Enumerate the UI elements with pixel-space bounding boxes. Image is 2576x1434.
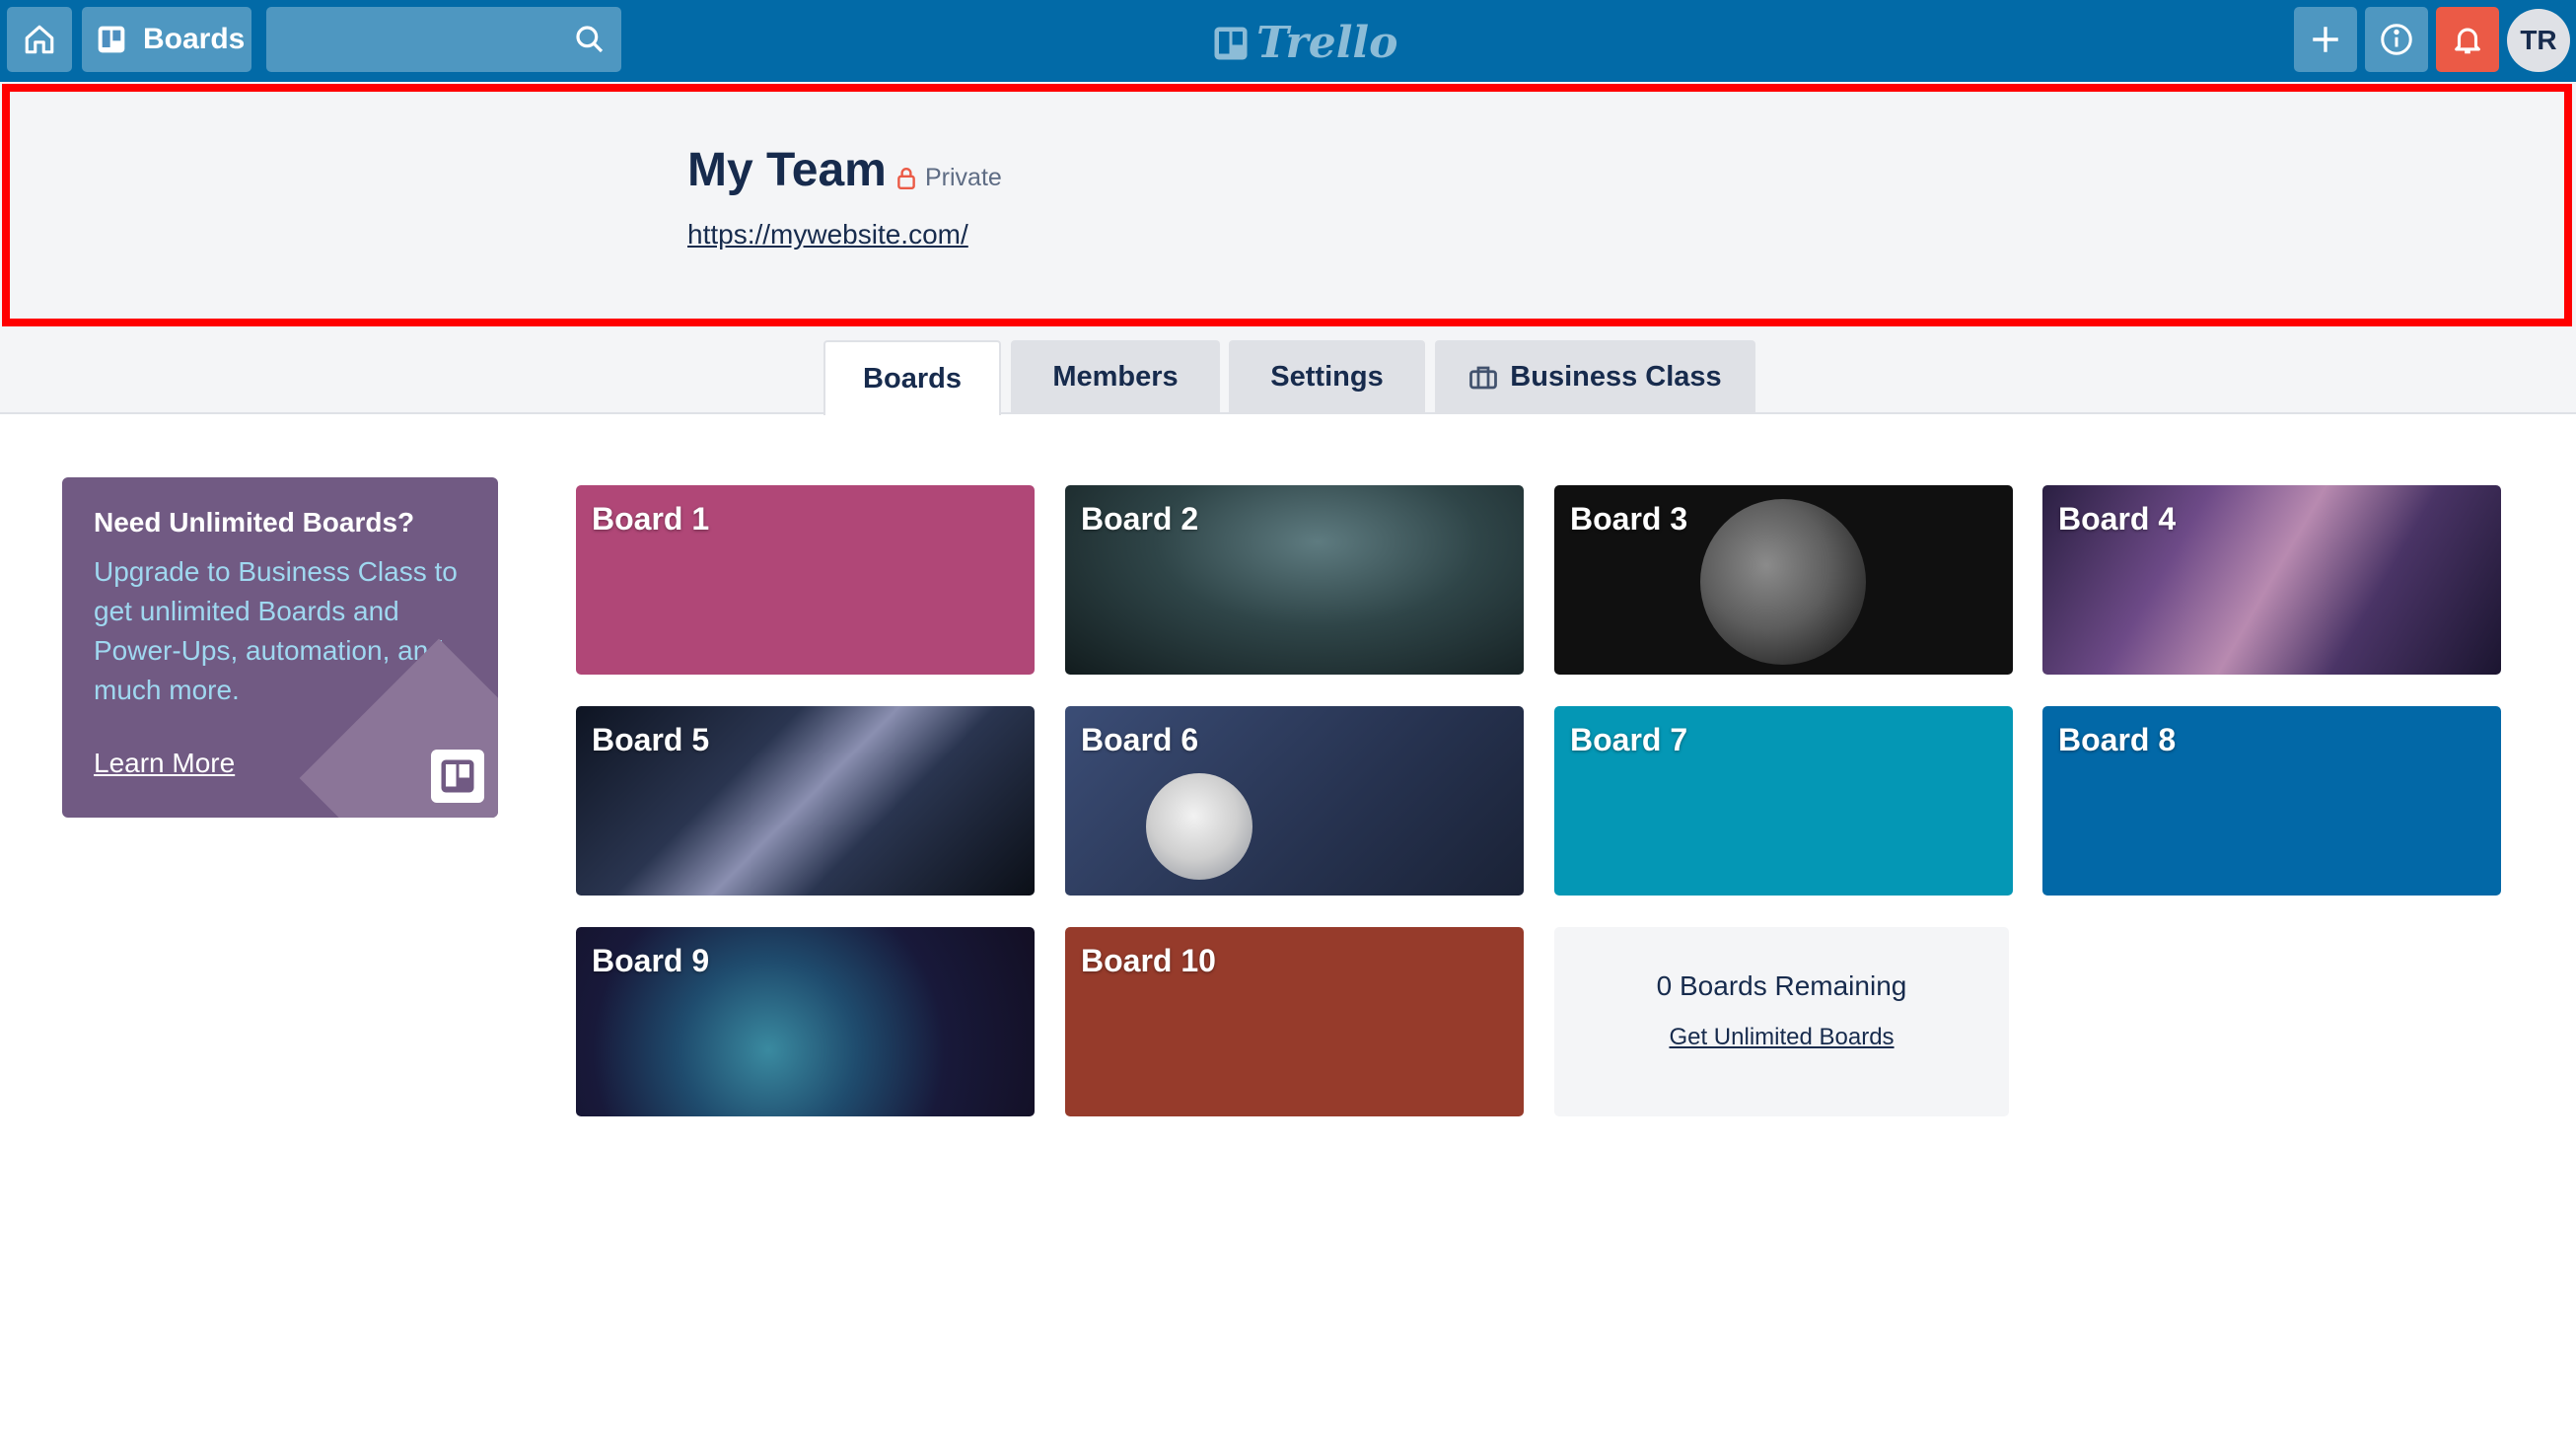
board-title: Board 3 bbox=[1570, 501, 1688, 537]
lock-icon bbox=[897, 167, 915, 189]
boards-remaining-count: 0 Boards Remaining bbox=[1656, 970, 1907, 1001]
info-button[interactable] bbox=[2365, 7, 2428, 72]
board-tile[interactable]: Board 4 bbox=[2042, 485, 2501, 675]
board-icon bbox=[98, 26, 125, 53]
get-unlimited-boards-link[interactable]: Get Unlimited Boards bbox=[1669, 1024, 1894, 1051]
tab-boards[interactable]: Boards bbox=[823, 340, 1001, 415]
trello-logo-text: Trello bbox=[1256, 18, 1398, 68]
info-icon bbox=[2381, 24, 2412, 55]
board-tile[interactable]: Board 7 bbox=[1554, 706, 2013, 896]
trello-logo-icon bbox=[1214, 27, 1248, 59]
learn-more-link[interactable]: Learn More bbox=[94, 748, 235, 779]
board-tile[interactable]: Board 3 bbox=[1554, 485, 2013, 675]
tab-business-class-label: Business Class bbox=[1510, 361, 1722, 393]
tab-settings[interactable]: Settings bbox=[1229, 340, 1425, 414]
create-button[interactable] bbox=[2294, 7, 2357, 72]
privacy-badge[interactable]: Private bbox=[895, 164, 1002, 192]
board-title: Board 2 bbox=[1081, 501, 1199, 537]
highlight-box bbox=[2, 84, 2572, 326]
board-title: Board 10 bbox=[1081, 943, 1216, 978]
board-title: Board 7 bbox=[1570, 722, 1688, 757]
team-name: My Team bbox=[687, 144, 887, 196]
board-tile[interactable]: Board 6 bbox=[1065, 706, 1524, 896]
board-title: Board 1 bbox=[592, 501, 710, 537]
avatar[interactable]: TR bbox=[2507, 9, 2570, 72]
board-title: Board 4 bbox=[2058, 501, 2177, 537]
upgrade-promo-card: Need Unlimited Boards? Upgrade to Busine… bbox=[62, 477, 498, 818]
boards-remaining-card: 0 Boards Remaining Get Unlimited Boards bbox=[1554, 927, 2009, 1116]
privacy-label: Private bbox=[925, 164, 1002, 191]
promo-title: Need Unlimited Boards? bbox=[94, 507, 415, 538]
board-title: Board 5 bbox=[592, 722, 710, 757]
search-icon bbox=[576, 26, 604, 53]
search-input[interactable] bbox=[266, 7, 621, 72]
top-navigation-bar: Boards Trello TR bbox=[0, 0, 2576, 82]
tab-boards-label: Boards bbox=[863, 362, 962, 394]
tab-members-label: Members bbox=[1052, 361, 1179, 393]
tab-members[interactable]: Members bbox=[1011, 340, 1220, 414]
moon-image bbox=[1700, 499, 1866, 665]
board-tile[interactable]: Board 2 bbox=[1065, 485, 1524, 675]
board-title: Board 6 bbox=[1081, 722, 1199, 757]
board-title: Board 9 bbox=[592, 943, 710, 978]
board-tile[interactable]: Board 5 bbox=[576, 706, 1035, 896]
home-button[interactable] bbox=[7, 7, 72, 72]
notifications-button[interactable] bbox=[2436, 7, 2499, 72]
bell-icon bbox=[2455, 28, 2480, 54]
team-website-link[interactable]: https://mywebsite.com/ bbox=[687, 219, 968, 251]
board-tile[interactable]: Board 1 bbox=[576, 485, 1035, 675]
plus-icon bbox=[2313, 27, 2338, 52]
home-icon bbox=[25, 25, 54, 54]
boards-menu-button[interactable]: Boards bbox=[82, 7, 251, 72]
moon-image bbox=[1146, 773, 1252, 880]
boards-menu-label: Boards bbox=[143, 23, 246, 55]
trello-logo[interactable]: Trello bbox=[1213, 18, 1398, 68]
tab-settings-label: Settings bbox=[1270, 361, 1384, 393]
tab-business-class[interactable]: Business Class bbox=[1435, 340, 1755, 414]
board-tile[interactable]: Board 10 bbox=[1065, 927, 1524, 1116]
briefcase-icon bbox=[1469, 366, 1498, 389]
board-title: Board 8 bbox=[2058, 722, 2177, 757]
board-tile[interactable]: Board 8 bbox=[2042, 706, 2501, 896]
trello-board-icon bbox=[431, 750, 484, 803]
board-tile[interactable]: Board 9 bbox=[576, 927, 1035, 1116]
